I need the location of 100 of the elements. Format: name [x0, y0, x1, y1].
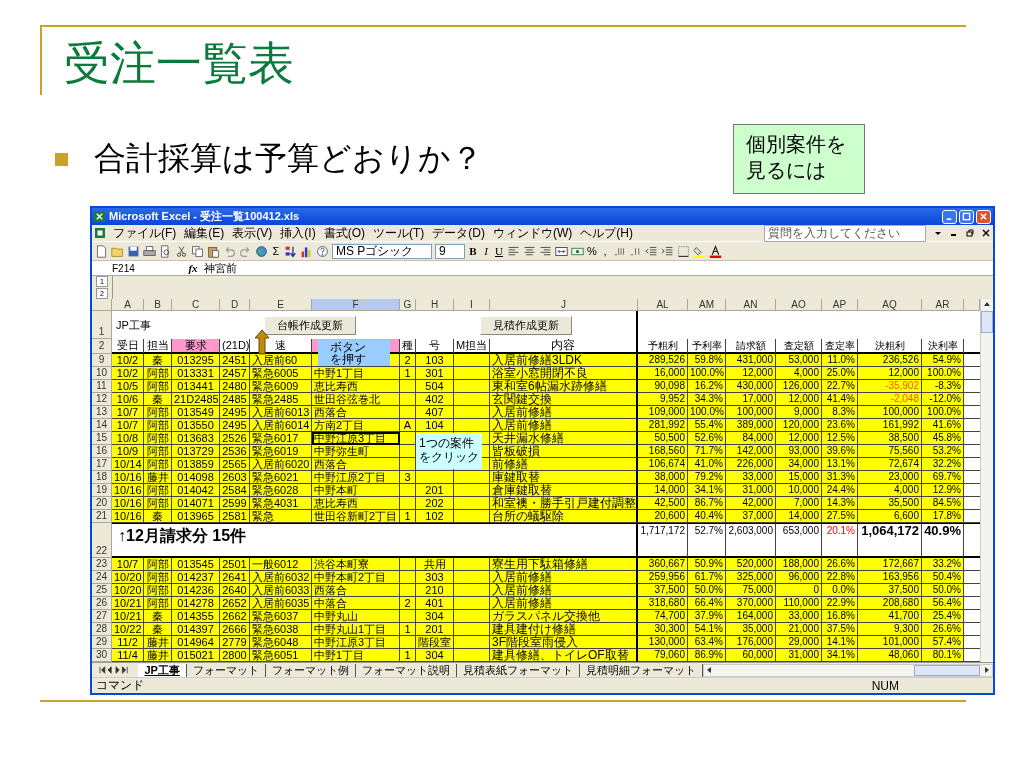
menu-item[interactable]: ウィンドウ(W) [493, 224, 573, 242]
row-header[interactable]: 26 [92, 597, 112, 610]
table-cell: -12.0% [922, 393, 964, 406]
table-cell: 163,956 [858, 571, 922, 584]
table-cell: 93,000 [776, 445, 822, 458]
column-header[interactable]: AR [922, 299, 964, 311]
column-header[interactable]: B [144, 299, 172, 311]
table-cell: 50.0% [922, 584, 964, 597]
row-header[interactable]: 23 [92, 558, 112, 571]
table-cell: 中野江原2丁目 [312, 471, 400, 484]
column-header[interactable]: C [172, 299, 220, 311]
table-cell: 2565 [220, 458, 250, 471]
column-header[interactable]: F [312, 299, 400, 311]
row-header[interactable]: 30 [92, 649, 112, 662]
table-cell: 藤井 [144, 471, 172, 484]
number-format-button[interactable]: , [600, 245, 610, 257]
format-button[interactable]: U [494, 245, 504, 257]
menu-item[interactable]: 書式(O) [323, 224, 365, 242]
total-cell: 653,000 [776, 523, 822, 558]
row-header[interactable]: 9 [92, 354, 112, 367]
column-header[interactable]: H [416, 299, 454, 311]
header-cell: 受日 [112, 339, 144, 354]
table-cell: 015021 [172, 649, 220, 662]
column-header[interactable]: AL [638, 299, 688, 311]
format-button[interactable]: I [481, 245, 491, 257]
table-cell: 10/7 [112, 419, 144, 432]
column-header[interactable]: AM [688, 299, 726, 311]
table-cell: 37,000 [726, 510, 776, 523]
row-header[interactable]: 24 [92, 571, 112, 584]
menu-item[interactable]: ヘルプ(H) [580, 224, 633, 242]
row-header[interactable]: 29 [92, 636, 112, 649]
row-header[interactable]: 18 [92, 471, 112, 484]
table-cell: 201 [416, 484, 454, 497]
row-header[interactable]: 28 [92, 623, 112, 636]
table-cell: 入居前修繕 [490, 597, 638, 610]
status-mode: コマンド [96, 677, 144, 694]
slide-title: 受注一覧表 [63, 36, 295, 91]
estimate-update-button[interactable]: 見積作成更新 [480, 315, 572, 335]
table-cell: 12,000 [776, 432, 822, 445]
row-header[interactable]: 17 [92, 458, 112, 471]
column-header[interactable]: I [454, 299, 490, 311]
font-name-field[interactable]: MS Pゴシック [332, 243, 432, 259]
table-cell: 阿部 [144, 558, 172, 571]
row-header[interactable]: 27 [92, 610, 112, 623]
row-header[interactable]: 25 [92, 584, 112, 597]
row-header[interactable]: 13 [92, 406, 112, 419]
sheet-tab[interactable]: 見積明細フォーマット [579, 663, 703, 677]
formula-field[interactable]: 神宮前 [204, 260, 237, 276]
column-header[interactable]: AO [776, 299, 822, 311]
menu-item[interactable]: 挿入(I) [280, 224, 316, 242]
row-header[interactable]: 11 [92, 380, 112, 393]
table-cell: 阿部 [144, 367, 172, 380]
table-cell: 59.8% [688, 354, 726, 367]
ledger-update-button[interactable]: 台帳作成更新 [264, 315, 356, 335]
row-header[interactable]: 12 [92, 393, 112, 406]
autosum-button[interactable]: Σ [271, 245, 281, 257]
column-header[interactable]: D [220, 299, 250, 311]
sheet-tab[interactable]: フォーマット例 [265, 663, 356, 677]
sheet-tab[interactable]: フォーマット説明 [355, 663, 457, 677]
menu-item[interactable]: 表示(V) [232, 224, 273, 242]
row-header[interactable]: 16 [92, 445, 112, 458]
sheet-tab[interactable]: 見積表紙フォーマット [456, 663, 580, 677]
table-cell: 37.9% [688, 610, 726, 623]
row-header[interactable]: 14 [92, 419, 112, 432]
table-cell: 30,300 [638, 623, 688, 636]
table-cell: 86.9% [688, 649, 726, 662]
number-format-button[interactable]: % [587, 245, 597, 257]
function-button[interactable]: fx [182, 262, 204, 274]
column-header[interactable]: AN [726, 299, 776, 311]
table-cell: 38,500 [858, 432, 922, 445]
column-header[interactable]: G [400, 299, 416, 311]
column-header[interactable]: J [490, 299, 638, 311]
column-header[interactable]: AP [822, 299, 858, 311]
row-header[interactable]: 19 [92, 484, 112, 497]
table-cell: 61.7% [688, 571, 726, 584]
menu-item[interactable]: データ(D) [432, 224, 485, 242]
column-header[interactable]: A [112, 299, 144, 311]
row-header[interactable]: 10 [92, 367, 112, 380]
row-header[interactable]: 21 [92, 510, 112, 523]
sheet-tab[interactable]: JP工事 [138, 663, 187, 677]
row-header[interactable]: 2 [92, 339, 112, 354]
row-header[interactable]: 15 [92, 432, 112, 445]
menu-item[interactable]: 編集(E) [184, 224, 225, 242]
table-cell: 325,000 [726, 571, 776, 584]
row-header[interactable]: 22 [92, 523, 112, 558]
font-size-field[interactable]: 9 [435, 243, 465, 259]
format-button[interactable]: B [468, 245, 478, 257]
name-box[interactable]: F214 [92, 262, 182, 274]
row-header[interactable]: 1 [92, 311, 112, 339]
column-header[interactable]: AQ [858, 299, 922, 311]
table-cell: 3 [400, 471, 416, 484]
table-cell: 35,000 [726, 623, 776, 636]
row-header[interactable]: 20 [92, 497, 112, 510]
menu-item[interactable]: ファイル(F) [113, 224, 177, 242]
column-header[interactable]: E [250, 299, 312, 311]
menu-item[interactable]: ツール(T) [373, 224, 425, 242]
table-cell: 289,526 [638, 354, 688, 367]
callout-box: 1つの案件をクリック [416, 433, 482, 469]
table-cell: 10/2 [112, 354, 144, 367]
sheet-tab[interactable]: フォーマット [186, 663, 266, 677]
